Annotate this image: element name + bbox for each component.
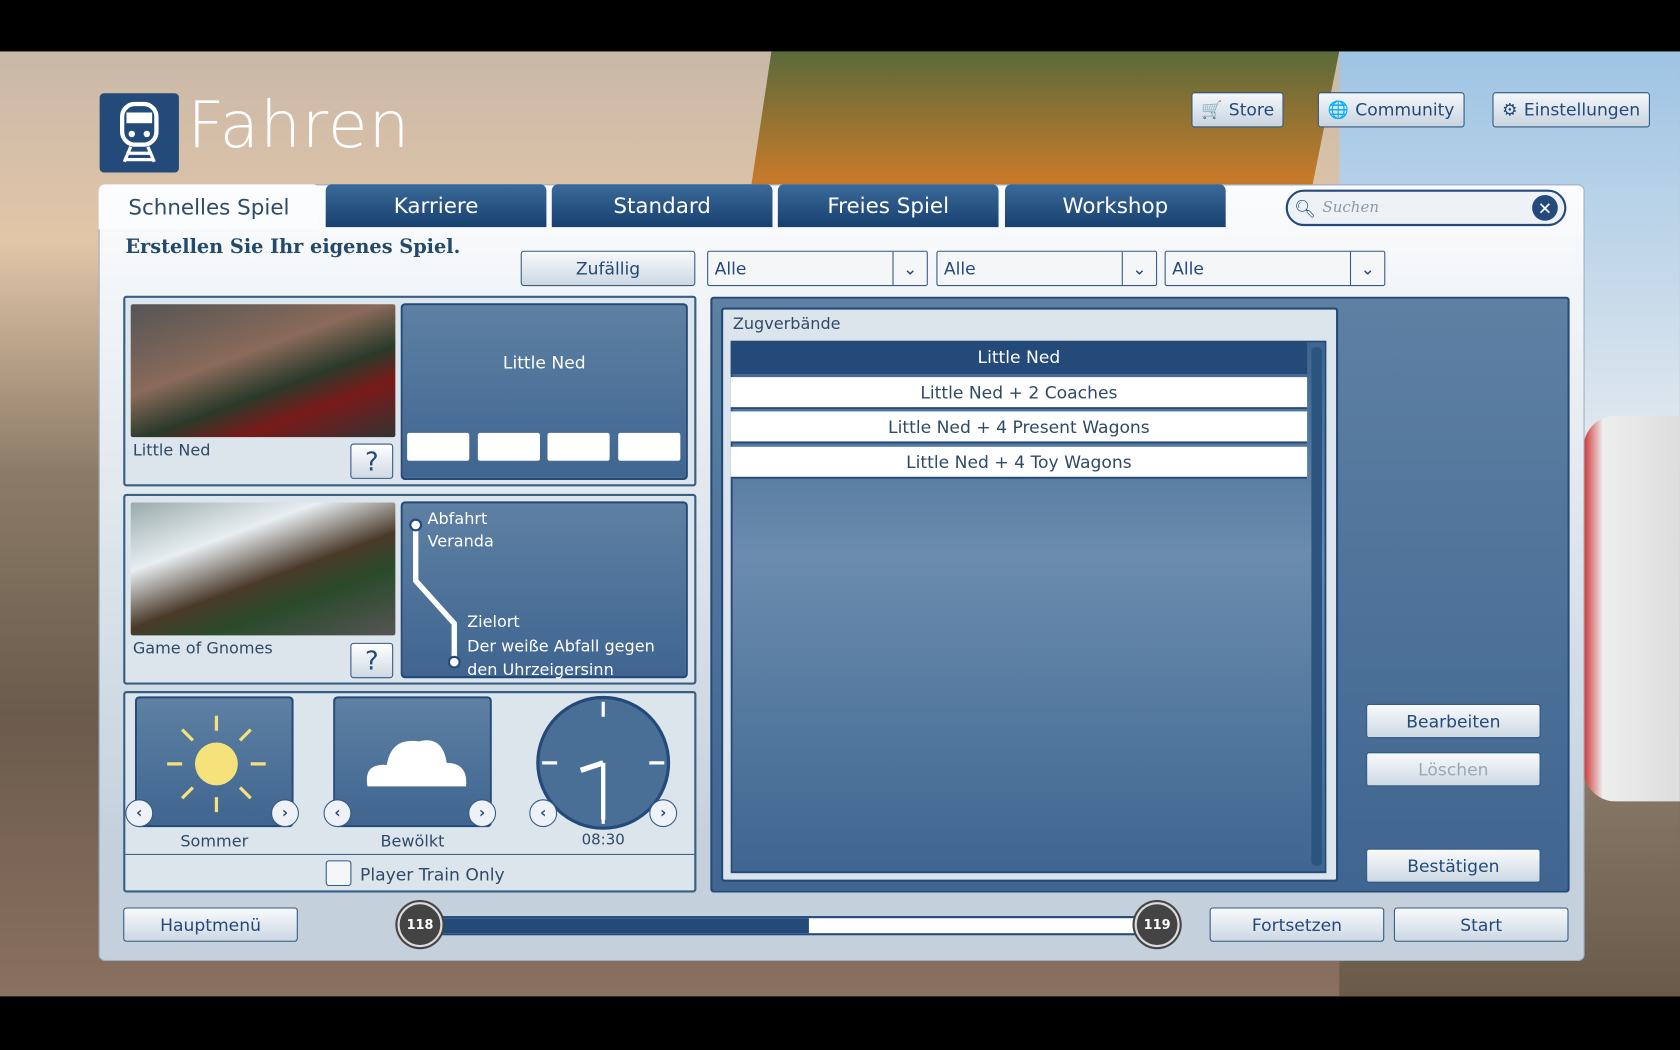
weather-next-button[interactable]: ›: [468, 799, 497, 828]
globe-icon: 🌐: [1327, 99, 1349, 120]
level-current-badge: 118: [397, 902, 443, 948]
main-menu-button[interactable]: Hauptmenü: [123, 907, 298, 942]
wagon-icon: [477, 432, 540, 461]
departure-label: Abfahrt: [427, 508, 488, 529]
train-preview-name: Little Ned: [502, 352, 586, 373]
list-item[interactable]: Little Ned: [730, 341, 1308, 374]
route-name: Game of Gnomes: [132, 638, 273, 658]
clear-search-icon[interactable]: ✕: [1532, 194, 1558, 221]
random-button[interactable]: Zufällig: [520, 250, 696, 287]
time-label: 08:30: [581, 831, 625, 849]
train-icon: [99, 93, 179, 173]
settings-button[interactable]: ⚙ Einstellungen: [1492, 92, 1650, 128]
community-button[interactable]: 🌐 Community: [1317, 92, 1465, 128]
train-help-button[interactable]: ?: [350, 443, 394, 479]
edit-button[interactable]: Bearbeiten: [1366, 703, 1541, 739]
start-button[interactable]: Start: [1393, 907, 1569, 942]
wagon-icon: [407, 432, 470, 461]
page-title: Fahren: [187, 87, 411, 163]
destination-value: Der weiße Abfall gegen den Uhrzeigersinn: [467, 636, 655, 680]
departure-value: Veranda: [427, 531, 494, 551]
consists-scrollbar[interactable]: [1311, 347, 1323, 866]
tab-workshop[interactable]: Workshop: [1004, 184, 1226, 228]
continue-button[interactable]: Fortsetzen: [1209, 907, 1385, 942]
page-subtitle: Erstellen Sie Ihr eigenes Spiel.: [125, 235, 461, 259]
tab-career[interactable]: Karriere: [325, 184, 547, 228]
season-next-button[interactable]: ›: [271, 799, 299, 828]
train-name: Little Ned: [132, 440, 211, 460]
consists-title: Zugverbände: [732, 313, 841, 334]
wagon-icon: [547, 432, 610, 461]
tab-free-play[interactable]: Freies Spiel: [777, 184, 999, 228]
list-item[interactable]: Little Ned + 2 Coaches: [730, 377, 1308, 410]
time-prev-button[interactable]: ‹: [529, 799, 558, 828]
chevron-down-icon: ⌄: [1349, 251, 1384, 285]
filter-select-3[interactable]: Alle ⌄: [1164, 250, 1386, 287]
player-train-only-label: Player Train Only: [359, 864, 505, 885]
cart-icon: 🛒: [1201, 99, 1223, 120]
season-prev-button[interactable]: ‹: [125, 799, 154, 828]
route-info: Abfahrt Veranda Zielort Der weiße Abfall…: [400, 501, 688, 680]
destination-label: Zielort: [467, 611, 520, 632]
store-button[interactable]: 🛒 Store: [1191, 92, 1284, 128]
route-thumbnail[interactable]: [130, 502, 396, 636]
player-train-only-checkbox[interactable]: [325, 860, 352, 887]
weather-preview: [333, 696, 492, 828]
tab-quick-game[interactable]: Schnelles Spiel: [98, 184, 320, 230]
list-item[interactable]: Little Ned + 4 Toy Wagons: [730, 446, 1308, 479]
weather-label: Bewölkt: [380, 831, 445, 851]
season-preview: [134, 696, 294, 828]
chevron-down-icon: ⌄: [892, 251, 926, 285]
level-next-badge: 119: [1134, 902, 1180, 948]
delete-button[interactable]: Löschen: [1366, 752, 1541, 787]
weather-prev-button[interactable]: ‹: [323, 799, 352, 828]
wagon-icon: [618, 432, 681, 461]
level-progress-bar: [439, 916, 1138, 936]
confirm-button[interactable]: Bestätigen: [1366, 848, 1541, 883]
gear-icon: ⚙: [1502, 99, 1518, 120]
train-thumbnail[interactable]: [130, 304, 396, 438]
season-label: Sommer: [180, 831, 249, 851]
search-input[interactable]: 🔍︎ Suchen ✕: [1285, 189, 1567, 227]
tab-standard[interactable]: Standard: [551, 184, 773, 228]
search-icon: 🔍︎: [1294, 197, 1317, 219]
route-help-button[interactable]: ?: [350, 642, 394, 679]
list-item[interactable]: Little Ned + 4 Present Wagons: [730, 411, 1308, 444]
time-next-button[interactable]: ›: [649, 799, 678, 828]
chevron-down-icon: ⌄: [1121, 251, 1156, 285]
filter-select-2[interactable]: Alle ⌄: [936, 250, 1158, 287]
level-progress-fill: [441, 918, 810, 934]
filter-select-1[interactable]: Alle ⌄: [707, 250, 928, 287]
